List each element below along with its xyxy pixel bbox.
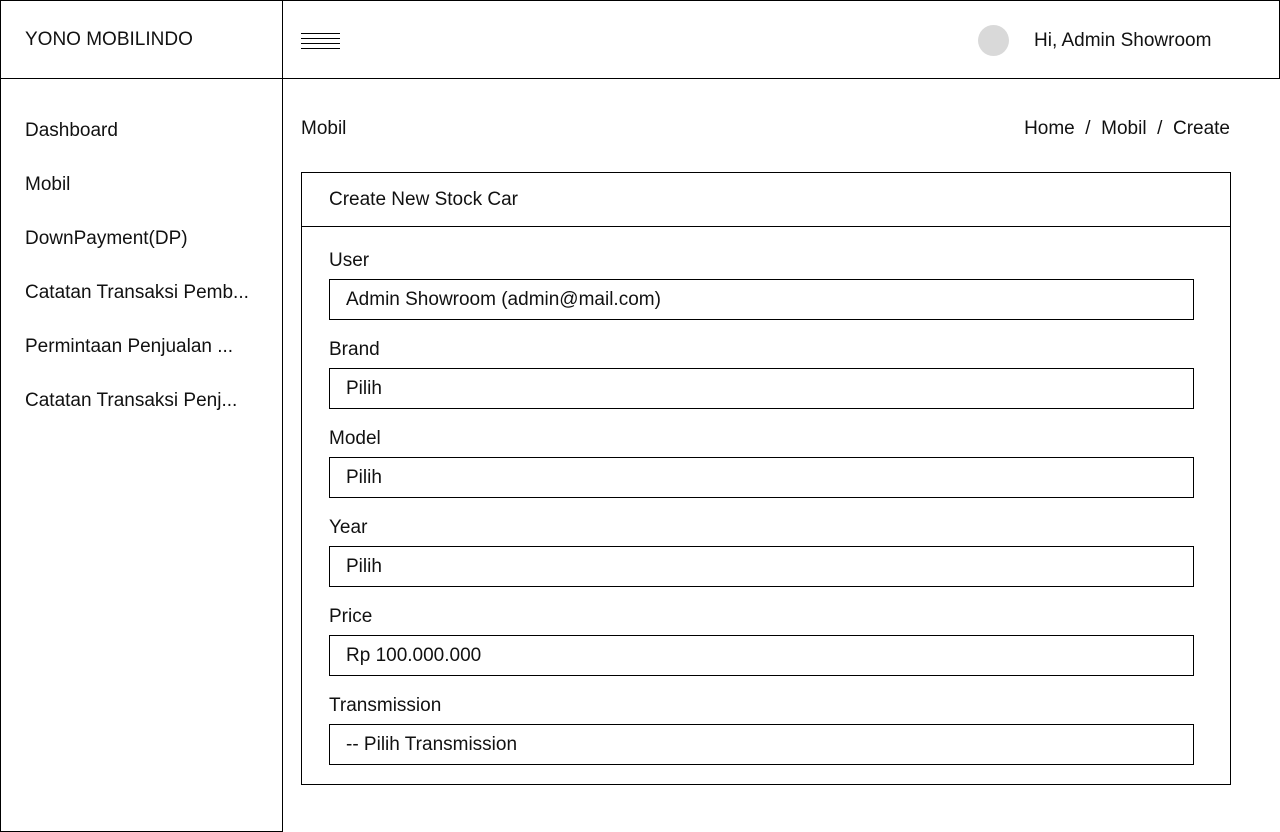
form-group-brand: Brand Pilih [329,337,1194,409]
breadcrumb: Home / Mobil / Create [1024,118,1230,140]
sidebar: Dashboard Mobil DownPayment(DP) Catatan … [0,78,283,832]
user-field[interactable]: Admin Showroom (admin@mail.com) [329,279,1194,320]
sidebar-item-catatan-transaksi-penjualan[interactable]: Catatan Transaksi Penj... [1,389,282,443]
user-avatar[interactable] [978,25,1009,56]
price-input[interactable]: Rp 100.000.000 [329,635,1194,676]
breadcrumb-home[interactable]: Home [1024,118,1075,139]
top-header: Hi, Admin Showroom [282,0,1280,79]
breadcrumb-mobil[interactable]: Mobil [1101,118,1146,139]
model-label: Model [329,428,381,449]
card-title: Create New Stock Car [302,173,1230,227]
sidebar-item-dashboard[interactable]: Dashboard [1,119,282,173]
year-select[interactable]: Pilih [329,546,1194,587]
form-group-user: User Admin Showroom (admin@mail.com) [329,248,1194,320]
sidebar-item-catatan-transaksi-pembelian[interactable]: Catatan Transaksi Pemb... [1,281,282,335]
user-label: User [329,250,370,271]
brand-label: Brand [329,339,380,360]
form-group-transmission: Transmission -- Pilih Transmission [329,693,1194,765]
breadcrumb-separator: / [1151,118,1168,139]
transmission-select[interactable]: -- Pilih Transmission [329,724,1194,765]
create-stock-car-card: Create New Stock Car User Admin Showroom… [301,172,1231,785]
form-group-price: Price Rp 100.000.000 [329,604,1194,676]
sidebar-item-permintaan-penjualan[interactable]: Permintaan Penjualan ... [1,335,282,389]
breadcrumb-separator: / [1080,118,1096,139]
user-greeting[interactable]: Hi, Admin Showroom [1034,1,1211,80]
page-title: Mobil [301,118,347,139]
brand-logo[interactable]: YONO MOBILINDO [0,0,283,79]
model-select[interactable]: Pilih [329,457,1194,498]
sidebar-item-mobil[interactable]: Mobil [1,173,282,227]
form-group-model: Model Pilih [329,426,1194,498]
year-label: Year [329,517,368,538]
brand-name: YONO MOBILINDO [25,28,193,50]
form-group-year: Year Pilih [329,515,1194,587]
hamburger-menu-icon[interactable] [301,31,341,51]
breadcrumb-create: Create [1172,118,1230,139]
create-stock-car-form: User Admin Showroom (admin@mail.com) Bra… [302,227,1230,765]
sidebar-item-downpayment[interactable]: DownPayment(DP) [1,227,282,281]
transmission-label: Transmission [329,695,442,716]
brand-select[interactable]: Pilih [329,368,1194,409]
app-root: YONO MOBILINDO Hi, Admin Showroom Dashbo… [0,0,1280,832]
price-label: Price [329,606,373,627]
